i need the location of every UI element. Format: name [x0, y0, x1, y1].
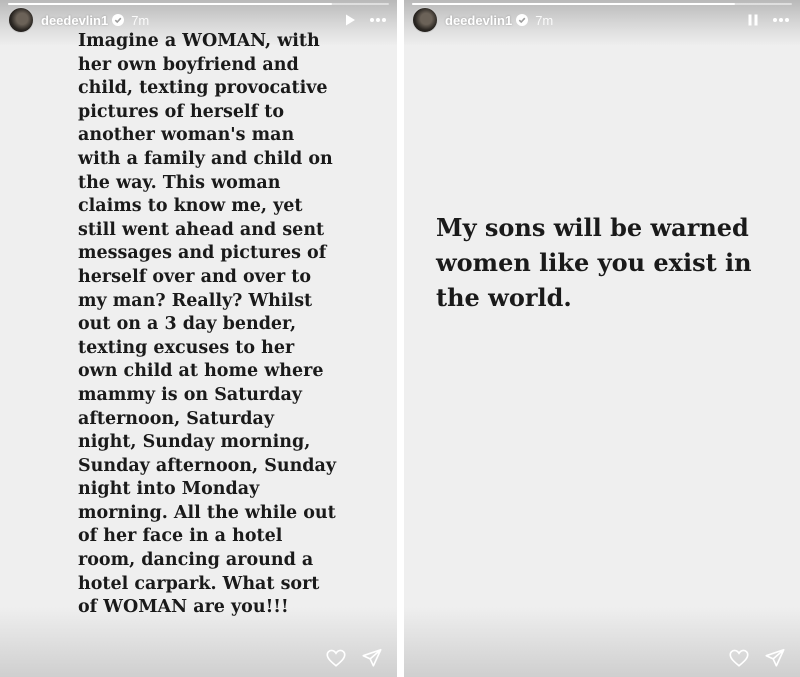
verified-badge-icon — [516, 14, 529, 26]
more-icon — [773, 18, 789, 22]
avatar[interactable] — [8, 7, 34, 33]
like-button[interactable] — [325, 647, 347, 669]
play-icon — [346, 14, 355, 26]
pause-button[interactable] — [742, 9, 764, 31]
timestamp: 7m — [131, 12, 150, 28]
heart-icon — [729, 649, 749, 667]
pause-icon — [748, 14, 758, 26]
story-progress-bar — [8, 3, 389, 5]
story-text: My sons will be warned women like you ex… — [436, 213, 752, 312]
heart-icon — [326, 649, 346, 667]
more-options-button[interactable] — [770, 9, 792, 31]
story-progress-bar — [412, 3, 792, 5]
avatar[interactable] — [412, 7, 438, 33]
send-icon — [765, 648, 785, 667]
story-progress-fill — [412, 3, 735, 5]
username[interactable]: deedevlin1 — [445, 13, 512, 28]
panel-divider — [397, 0, 404, 677]
username[interactable]: deedevlin1 — [41, 13, 108, 28]
story-panel-left[interactable]: deedevlin1 7m Imagine a WOMAN, with her … — [0, 0, 397, 677]
story-header: deedevlin1 7m — [412, 7, 792, 33]
timestamp: 7m — [535, 12, 554, 28]
share-button[interactable] — [361, 647, 383, 669]
story-progress-fill — [8, 3, 332, 5]
send-icon — [362, 648, 382, 667]
story-actions — [728, 647, 786, 669]
more-icon — [370, 18, 386, 22]
story-panel-right[interactable]: deedevlin1 7m My sons will be warned wom… — [404, 0, 800, 677]
story-actions — [325, 647, 383, 669]
share-button[interactable] — [764, 647, 786, 669]
more-options-button[interactable] — [367, 9, 389, 31]
verified-badge-icon — [112, 14, 125, 26]
play-button[interactable] — [339, 9, 361, 31]
story-text: Imagine a WOMAN, with her own boyfriend … — [78, 31, 337, 618]
like-button[interactable] — [728, 647, 750, 669]
